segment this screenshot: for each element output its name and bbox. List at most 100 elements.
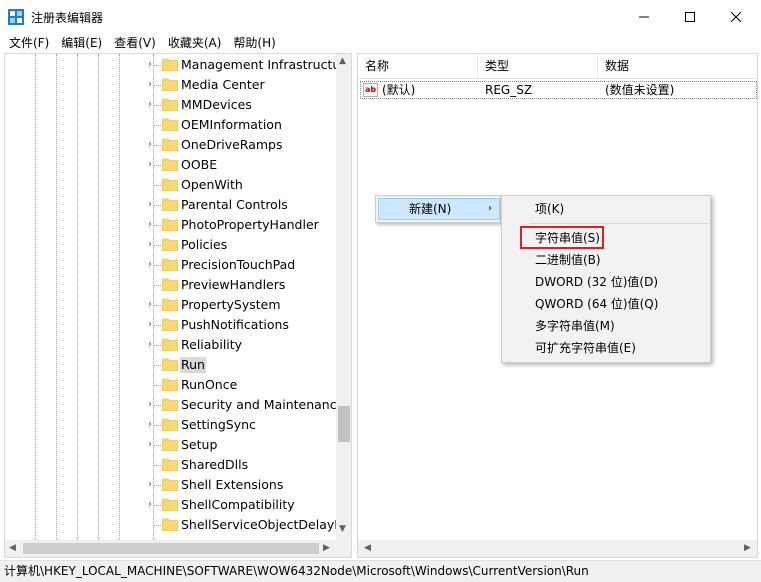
value-name: (默认)	[382, 83, 416, 97]
menu-edit[interactable]: 编辑(E)	[55, 33, 108, 53]
tree-item-label: OpenWith	[181, 177, 243, 192]
submenu-item-key[interactable]: 项(K)	[535, 199, 564, 219]
scroll-right-arrow-icon[interactable]: ▶	[323, 543, 330, 553]
folder-icon	[162, 478, 178, 491]
tree-item[interactable]: › OOBE	[5, 155, 336, 175]
folder-icon	[162, 238, 178, 251]
new-submenu: 项(K) 字符串值(S) 二进制值(B) DWORD (32 位)值(D) QW…	[501, 195, 711, 363]
tree-connector	[153, 385, 161, 386]
tree-item-label: Run	[180, 357, 206, 373]
tree-item-label: ShellServiceObjectDelayLoad	[181, 517, 352, 532]
tree-item[interactable]: › PrecisionTouchPad	[5, 255, 336, 275]
highlight-annotation-box	[520, 226, 604, 249]
tree-connector	[153, 465, 161, 466]
window-title: 注册表编辑器	[31, 11, 104, 25]
tree-item-label: Setup	[181, 437, 218, 452]
scroll-left-arrow-icon[interactable]: ◀	[9, 543, 16, 553]
tree-horizontal-scrollbar[interactable]: ◀ ▶	[5, 540, 336, 557]
column-header-type[interactable]: 类型	[478, 54, 598, 79]
expand-chevron-icon[interactable]: ›	[145, 59, 155, 71]
tree-item[interactable]: › ShellCompatibility	[5, 495, 336, 515]
tree-connector	[153, 185, 161, 186]
menu-favorites[interactable]: 收藏夹(A)	[162, 33, 228, 53]
tree-item[interactable]: › PropertySystem	[5, 295, 336, 315]
column-header-name[interactable]: 名称	[358, 54, 478, 79]
tree-item-label: RunOnce	[181, 377, 238, 392]
submenu-item-binary-value[interactable]: 二进制值(B)	[535, 250, 601, 270]
tree-item[interactable]: RunOnce	[5, 375, 336, 395]
expand-chevron-icon[interactable]: ›	[145, 139, 155, 151]
scroll-down-arrow-icon[interactable]: ▼	[339, 524, 346, 534]
menu-view[interactable]: 查看(V)	[108, 33, 162, 53]
tree-item[interactable]: › Shell Extensions	[5, 475, 336, 495]
registry-tree[interactable]: › Management Infrastructure › Media Center ›…	[4, 53, 352, 558]
submenu-item-multi-string-value[interactable]: 多字符串值(M)	[535, 316, 615, 336]
expand-chevron-icon[interactable]: ›	[145, 499, 155, 511]
minimize-button[interactable]	[621, 0, 667, 33]
tree-item[interactable]: › Setup	[5, 435, 336, 455]
expand-chevron-icon[interactable]: ›	[145, 339, 155, 351]
tree-item[interactable]: ShellServiceObjectDelayLoad	[5, 515, 351, 535]
tree-item[interactable]: › Media Center	[5, 75, 336, 95]
folder-icon	[162, 98, 178, 111]
menu-bar: 文件(F) 编辑(E) 查看(V) 收藏夹(A) 帮助(H)	[0, 33, 761, 53]
value-data: (数值未设置)	[605, 83, 675, 97]
tree-vscroll-thumb[interactable]	[338, 406, 350, 442]
tree-item[interactable]: › SettingSync	[5, 415, 336, 435]
folder-icon	[162, 338, 178, 351]
tree-item-label: Reliability	[181, 337, 243, 352]
tree-item[interactable]: › Security and Maintenance	[5, 395, 344, 415]
expand-chevron-icon[interactable]: ›	[145, 239, 155, 251]
folder-icon	[162, 198, 178, 211]
scroll-up-arrow-icon[interactable]: ▲	[339, 56, 346, 66]
tree-item[interactable]: › PhotoPropertyHandler	[5, 215, 336, 235]
tree-vertical-scrollbar[interactable]: ▲ ▼	[336, 54, 351, 540]
tree-item[interactable]: OEMInformation	[5, 115, 336, 135]
tree-item[interactable]: Run	[5, 355, 336, 375]
expand-chevron-icon[interactable]: ›	[145, 419, 155, 431]
tree-item[interactable]: › Management Infrastructure	[5, 55, 351, 75]
tree-item[interactable]: › Parental Controls	[5, 195, 336, 215]
submenu-item-expandable-string-value[interactable]: 可扩充字符串值(E)	[535, 338, 636, 358]
tree-item[interactable]: OpenWith	[5, 175, 336, 195]
folder-icon	[162, 398, 178, 411]
column-header-data[interactable]: 数据	[598, 54, 757, 79]
menu-help[interactable]: 帮助(H)	[227, 33, 281, 53]
menu-file[interactable]: 文件(F)	[3, 33, 55, 53]
tree-item[interactable]: SharedDlls	[5, 455, 336, 475]
tree-item[interactable]: › MMDevices	[5, 95, 336, 115]
tree-item[interactable]: › PushNotifications	[5, 315, 336, 335]
expand-chevron-icon[interactable]: ›	[145, 479, 155, 491]
expand-chevron-icon[interactable]: ›	[145, 259, 155, 271]
tree-item[interactable]: › Reliability	[5, 335, 336, 355]
close-icon	[731, 11, 741, 22]
expand-chevron-icon[interactable]: ›	[145, 399, 155, 411]
expand-chevron-icon[interactable]: ›	[145, 319, 155, 331]
value-row-default[interactable]: ab (默认) REG_SZ (数值未设置)	[358, 80, 757, 100]
list-horizontal-scrollbar[interactable]: ◀ ▶	[358, 540, 757, 557]
menu-separator	[530, 223, 708, 224]
maximize-button[interactable]	[667, 0, 713, 33]
tree-item[interactable]: › OneDriveRamps	[5, 135, 336, 155]
folder-icon	[162, 458, 178, 471]
submenu-item-qword-value[interactable]: QWORD (64 位)值(Q)	[535, 294, 658, 314]
expand-chevron-icon[interactable]: ›	[145, 79, 155, 91]
expand-chevron-icon[interactable]: ›	[145, 99, 155, 111]
expand-chevron-icon[interactable]: ›	[145, 199, 155, 211]
scroll-left-arrow-icon[interactable]: ◀	[364, 543, 371, 553]
tree-hscroll-thumb[interactable]	[23, 543, 319, 554]
expand-chevron-icon[interactable]: ›	[145, 439, 155, 451]
tree-item[interactable]: PreviewHandlers	[5, 275, 336, 295]
expand-chevron-icon[interactable]: ›	[145, 299, 155, 311]
expand-chevron-icon[interactable]: ›	[145, 219, 155, 231]
close-button[interactable]	[713, 0, 759, 33]
expand-chevron-icon[interactable]: ›	[145, 159, 155, 171]
folder-icon	[162, 378, 178, 391]
scroll-right-arrow-icon[interactable]: ▶	[744, 543, 751, 553]
tree-item[interactable]: › Policies	[5, 235, 336, 255]
tree-item-label: SharedDlls	[181, 457, 249, 472]
value-type: REG_SZ	[485, 83, 533, 97]
tree-item-label: OOBE	[181, 157, 218, 172]
row-focus-outline	[360, 81, 757, 99]
submenu-item-dword-value[interactable]: DWORD (32 位)值(D)	[535, 272, 658, 292]
